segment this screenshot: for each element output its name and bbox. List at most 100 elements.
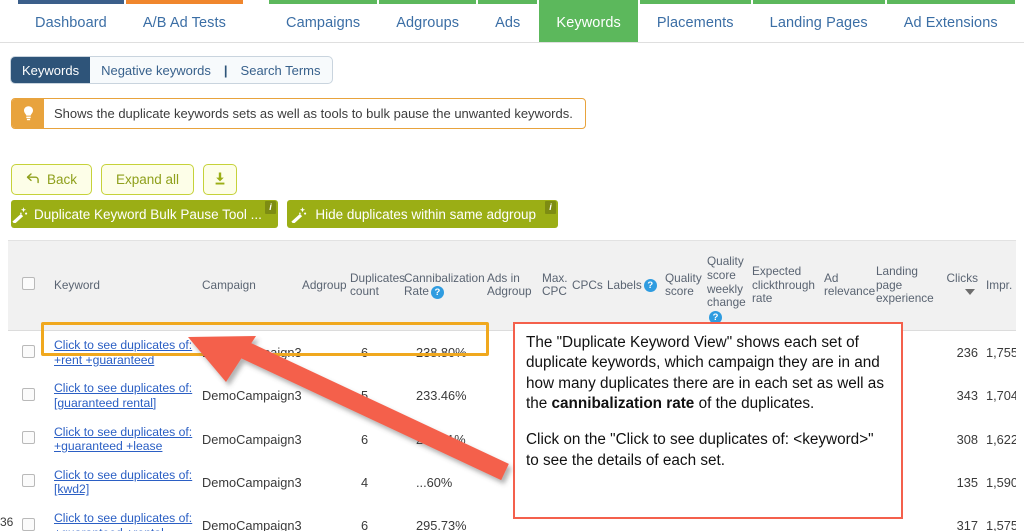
nav-tab-placements[interactable]: Placements: [639, 0, 751, 42]
row-checkbox[interactable]: [22, 387, 35, 401]
back-arrow-icon: [26, 172, 40, 187]
header-select-all: [8, 241, 50, 331]
cell-clicks: 343: [934, 374, 982, 418]
row-select-cell: [8, 460, 50, 505]
header-quality-score-weekly-change[interactable]: Quality score weekly change?: [703, 241, 748, 331]
header-max-cpc[interactable]: Max. CPC: [538, 241, 568, 331]
info-badge-icon[interactable]: i: [545, 201, 556, 214]
nav-tab-ads[interactable]: Ads: [478, 0, 538, 42]
header-label: CPCs: [572, 277, 603, 292]
header-label: Labels: [607, 277, 642, 292]
nav-tab-landing-pages[interactable]: Landing Pages: [752, 0, 885, 42]
callout-paragraph-1: The "Duplicate Keyword View" shows each …: [526, 333, 890, 414]
header-label: Ads in Adgroup: [487, 270, 532, 299]
duplicate-link[interactable]: Click to see duplicates of: [guaranteed …: [54, 381, 194, 410]
link-keyword: +guaranteed +rental: [54, 526, 164, 531]
hide-duplicates-within-same-adgroup-button[interactable]: Hide duplicates within same adgroup i: [287, 200, 558, 228]
cell-adgroup: [298, 417, 346, 461]
duplicate-link[interactable]: Click to see duplicates of: +rent +guara…: [54, 338, 194, 367]
callout-text-bold: cannibalization rate: [551, 395, 695, 413]
nav-tab-ad-extensions[interactable]: Ad Extensions: [886, 0, 1015, 42]
nav-tab-campaigns[interactable]: Campaigns: [269, 0, 378, 42]
subtab-keywords[interactable]: Keywords: [11, 57, 91, 83]
row-checkbox[interactable]: [22, 344, 35, 358]
header-label: Landing page experience: [876, 263, 934, 306]
header-label: Expected clickthrough rate: [752, 263, 815, 306]
subtab-separator: |: [223, 62, 228, 78]
header-landing-page-experience[interactable]: Landing page experience: [872, 241, 934, 331]
expand-all-label: Expand all: [116, 172, 180, 187]
download-button[interactable]: [203, 164, 238, 195]
lightbulb-icon: [12, 99, 44, 128]
nav-tab-label: Placements: [656, 15, 734, 31]
cell-cannibalization-rate: 223.11%: [400, 417, 483, 461]
back-button[interactable]: Back: [11, 164, 93, 195]
header-cpcs[interactable]: CPCs: [568, 241, 603, 331]
cell-impr: 1,704: [982, 374, 1016, 418]
nav-tab-label: Adgroups: [396, 15, 460, 31]
tool-label: Duplicate Keyword Bulk Pause Tool ...: [34, 206, 262, 222]
expand-all-button[interactable]: Expand all: [101, 164, 195, 195]
header-labels[interactable]: Labels?: [603, 241, 661, 331]
header-quality-score[interactable]: Quality score: [661, 241, 703, 331]
header-label: Max. CPC: [542, 270, 568, 299]
header-clicks[interactable]: Clicks: [934, 241, 982, 331]
row-checkbox[interactable]: [22, 517, 35, 531]
cell-campaign: DemoCampaign3: [198, 504, 302, 531]
cell-cannibalization-rate: 295.73%: [400, 504, 483, 531]
header-keyword[interactable]: Keyword: [50, 241, 198, 331]
cell-keyword: Click to see duplicates of: +guaranteed …: [50, 417, 198, 461]
row-checkbox[interactable]: [22, 431, 35, 445]
header-label: Impr.: [986, 277, 1013, 292]
help-icon[interactable]: ?: [643, 278, 657, 292]
link-keyword: [guaranteed rental]: [54, 395, 157, 410]
cell-campaign: DemoCampaign3: [198, 330, 302, 375]
header-cannibalization-rate[interactable]: Cannibalization Rate?: [400, 241, 485, 331]
header-label: Campaign: [202, 277, 256, 292]
nav-tab-keywords[interactable]: Keywords: [539, 0, 638, 42]
header-label: Adgroup: [302, 277, 347, 292]
sort-descending-icon[interactable]: [965, 289, 975, 296]
link-keyword: +rent +guaranteed: [54, 352, 155, 367]
nav-tab-ab-ad-tests[interactable]: A/B Ad Tests: [125, 0, 243, 42]
cell-impr: 1,622: [982, 417, 1016, 461]
nav-tab-adgroups[interactable]: Adgroups: [379, 0, 477, 42]
header-duplicates-count[interactable]: Duplicates count: [346, 241, 405, 331]
header-adgroup[interactable]: Adgroup: [298, 241, 347, 331]
header-ad-relevance[interactable]: Ad relevance: [820, 241, 875, 331]
cell-clicks: 317: [934, 504, 982, 531]
duplicate-link[interactable]: Click to see duplicates of: [kwd2]: [54, 468, 194, 497]
header-label: Quality score weekly change: [707, 254, 746, 310]
nav-tab-label: Dashboard: [35, 15, 107, 31]
cell-adgroup: [298, 374, 346, 418]
header-label: Duplicates count: [350, 270, 406, 299]
row-checkbox[interactable]: [22, 474, 35, 488]
subtab-negative-keywords[interactable]: Negative keywords: [90, 57, 222, 83]
subtab-label: Negative keywords: [101, 62, 211, 78]
info-notice: Shows the duplicate keywords sets as wel…: [11, 98, 586, 129]
keyword-subtab-group: Keywords Negative keywords | Search Term…: [10, 56, 333, 84]
help-icon[interactable]: ?: [430, 285, 444, 299]
cell-duplicates-count: 4: [346, 460, 400, 505]
header-campaign[interactable]: Campaign: [198, 241, 298, 331]
header-expected-clickthrough-rate[interactable]: Expected clickthrough rate: [748, 241, 820, 331]
info-badge-icon[interactable]: i: [265, 201, 276, 214]
header-ads-in-adgroup[interactable]: Ads in Adgroup: [483, 241, 538, 331]
cell-keyword: Click to see duplicates of: [kwd2]: [50, 460, 198, 505]
duplicate-keyword-bulk-pause-tool-button[interactable]: Duplicate Keyword Bulk Pause Tool ... i: [11, 200, 278, 228]
cell-clicks: 236: [934, 330, 982, 375]
select-all-checkbox[interactable]: [22, 277, 35, 291]
subtab-label: Keywords: [22, 62, 80, 78]
back-button-label: Back: [47, 172, 78, 187]
duplicate-link[interactable]: Click to see duplicates of: +guaranteed …: [54, 425, 194, 454]
header-label: Keyword: [54, 277, 100, 292]
subtab-search-terms[interactable]: Search Terms: [230, 57, 332, 83]
cell-clicks: 308: [934, 417, 982, 461]
nav-tab-dashboard[interactable]: Dashboard: [18, 0, 124, 42]
cell-duplicates-count: 6: [346, 330, 400, 375]
link-keyword: [kwd2]: [54, 482, 90, 497]
duplicate-link[interactable]: Click to see duplicates of: +guaranteed …: [54, 511, 194, 531]
header-label: Clicks: [946, 270, 978, 285]
header-impr[interactable]: Impr.: [982, 241, 1016, 331]
duplicate-tools-bar: Duplicate Keyword Bulk Pause Tool ... i …: [11, 200, 558, 228]
